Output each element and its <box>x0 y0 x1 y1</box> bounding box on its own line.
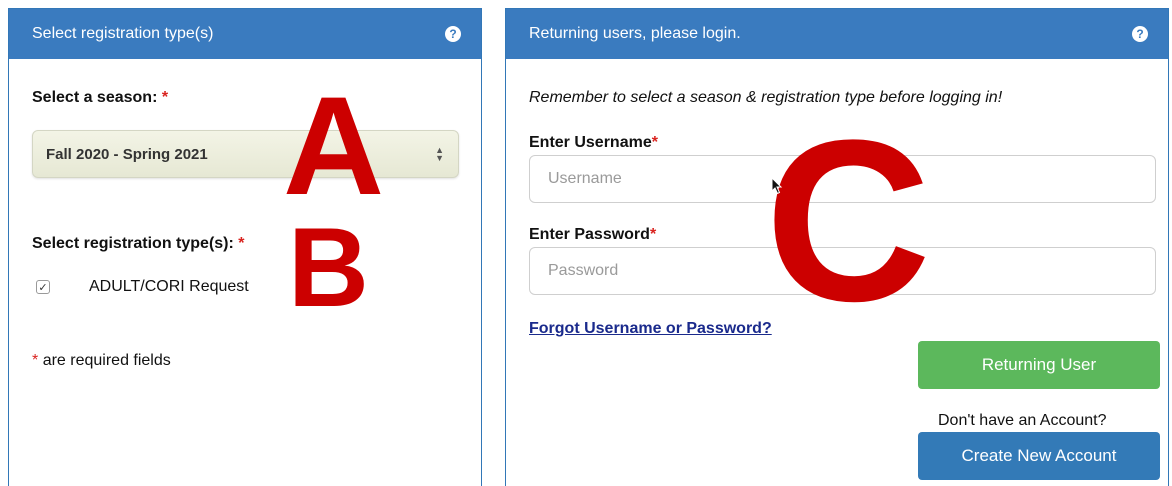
question-circle-icon[interactable]: ? <box>1132 26 1148 42</box>
no-account-text: Don't have an Account? <box>938 412 1107 429</box>
season-select[interactable]: Fall 2020 - Spring 2021 ▲ ▼ <box>32 130 459 178</box>
password-label-text: Enter Password <box>529 226 650 243</box>
registration-type-label-text: Select registration type(s): <box>32 235 234 252</box>
season-label: Select a season: * <box>32 89 168 107</box>
required-asterisk: * <box>161 89 169 106</box>
season-label-text: Select a season: <box>32 89 158 106</box>
password-label: Enter Password* <box>529 226 656 244</box>
registration-type-label: Select registration type(s): * <box>32 235 245 253</box>
returning-user-button[interactable]: Returning User <box>918 341 1160 389</box>
login-panel-header: Returning users, please login. ? <box>506 9 1168 59</box>
season-selected-value: Fall 2020 - Spring 2021 <box>46 145 208 163</box>
registration-panel-header: Select registration type(s) ? <box>9 9 481 59</box>
annotation-letter-a: A <box>283 67 385 224</box>
registration-type-panel: Select registration type(s) ? Select a s… <box>8 8 482 486</box>
required-fields-note: * are required fields <box>32 352 171 370</box>
mouse-cursor-icon <box>771 177 783 195</box>
required-asterisk: * <box>649 226 657 243</box>
username-label: Enter Username* <box>529 134 658 152</box>
annotation-letter-b: B <box>288 205 369 330</box>
required-asterisk: * <box>651 134 658 151</box>
adult-cori-checkbox[interactable]: ✓ <box>36 280 50 294</box>
question-circle-icon[interactable]: ? <box>445 26 461 42</box>
required-asterisk: * <box>238 235 245 252</box>
login-panel-title: Returning users, please login. <box>529 25 741 42</box>
annotation-letter-c: C <box>765 92 932 349</box>
adult-cori-label[interactable]: ADULT/CORI Request <box>89 278 249 296</box>
create-account-button[interactable]: Create New Account <box>918 432 1160 480</box>
forgot-credentials-link[interactable]: Forgot Username or Password? <box>529 320 772 338</box>
username-label-text: Enter Username <box>529 134 652 151</box>
registration-panel-title: Select registration type(s) <box>32 25 214 42</box>
checkmark-icon: ✓ <box>38 281 48 294</box>
required-fields-text: are required fields <box>42 352 171 369</box>
required-asterisk: * <box>32 352 39 369</box>
select-updown-icon: ▲ ▼ <box>435 145 444 163</box>
